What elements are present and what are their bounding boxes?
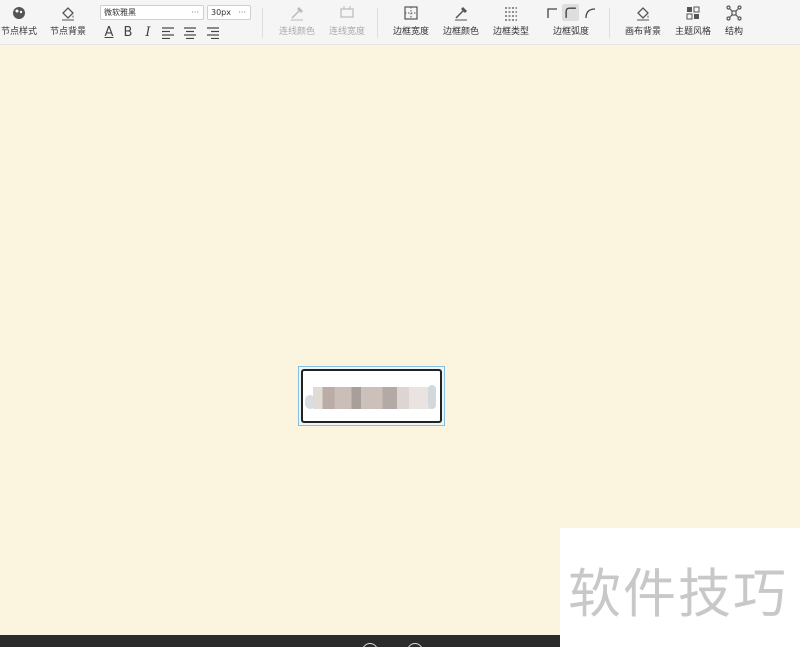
canvas-bucket-icon (637, 7, 649, 21)
theme-style-label: 主题风格 (674, 27, 711, 37)
theme-style-tool[interactable]: 主题风格 (673, 0, 713, 45)
canvas-background-tool[interactable]: 画布背景 (623, 0, 663, 45)
bottom-bar (0, 635, 560, 647)
border-radius-tool[interactable]: 边框弧度 (544, 0, 598, 45)
structure-label: 结构 (724, 27, 743, 37)
corner-medium-icon (565, 7, 576, 18)
border-color-label: 边框颜色 (442, 27, 479, 37)
paint-bucket-icon (62, 7, 74, 21)
line-width-label: 连线宽度 (328, 27, 365, 37)
border-width-tool[interactable]: 边框宽度 (391, 0, 431, 45)
font-family-more-icon: ··· (191, 8, 199, 17)
structure-tool[interactable]: 结构 (720, 0, 748, 45)
align-right-icon[interactable] (206, 27, 220, 39)
watermark-text: 软件技巧 (568, 564, 788, 625)
line-width-icon (340, 6, 354, 18)
node-blurred-edge (428, 385, 436, 409)
toolbar: 节点样式 节点背景 微软雅黑 ··· 30px ··· A B I 连线颜色 连… (0, 0, 800, 45)
node-style-label: 节点样式 (0, 27, 37, 37)
watermark: 软件技巧 (560, 528, 800, 647)
node-box[interactable] (301, 369, 442, 423)
line-color-tool[interactable]: 连线颜色 (277, 0, 317, 45)
border-width-icon (404, 6, 418, 20)
font-size-more-icon: ··· (238, 8, 246, 17)
corner-medium-selected[interactable] (562, 4, 579, 21)
border-type-tool[interactable]: 边框类型 (491, 0, 531, 45)
theme-grid-icon (686, 6, 700, 20)
border-color-icon (455, 7, 467, 21)
canvas-background-label: 画布背景 (624, 27, 661, 37)
border-type-label: 边框类型 (492, 27, 529, 37)
font-size-value: 30px (211, 8, 231, 17)
font-size-select[interactable]: 30px ··· (207, 5, 251, 20)
border-color-tool[interactable]: 边框颜色 (441, 0, 481, 45)
structure-icon (726, 5, 742, 21)
node-background-label: 节点背景 (49, 27, 86, 37)
line-width-tool[interactable]: 连线宽度 (327, 0, 367, 45)
italic-button[interactable]: I (141, 25, 155, 41)
corner-square-icon[interactable] (546, 7, 558, 19)
font-color-button[interactable]: A (102, 25, 116, 41)
border-width-label: 边框宽度 (392, 27, 429, 37)
line-color-label: 连线颜色 (278, 27, 315, 37)
border-type-icon (505, 7, 517, 21)
toolbar-divider (262, 8, 263, 38)
bold-button[interactable]: B (121, 25, 135, 41)
node-background-tool[interactable]: 节点背景 (48, 0, 88, 45)
corner-round-icon[interactable] (584, 7, 596, 19)
node-style-tool[interactable]: 节点样式 (0, 0, 38, 45)
line-color-icon (291, 7, 303, 21)
palette-icon (13, 7, 25, 19)
border-radius-label: 边框弧度 (552, 27, 589, 37)
align-center-icon[interactable] (183, 27, 197, 39)
align-left-icon[interactable] (161, 27, 175, 39)
mindmap-root-node[interactable] (298, 366, 445, 426)
toolbar-divider (609, 8, 610, 38)
node-text-blurred[interactable] (313, 387, 433, 409)
font-family-select[interactable]: 微软雅黑 ··· (100, 5, 204, 20)
font-family-value: 微软雅黑 (104, 8, 136, 17)
toolbar-divider (377, 8, 378, 38)
